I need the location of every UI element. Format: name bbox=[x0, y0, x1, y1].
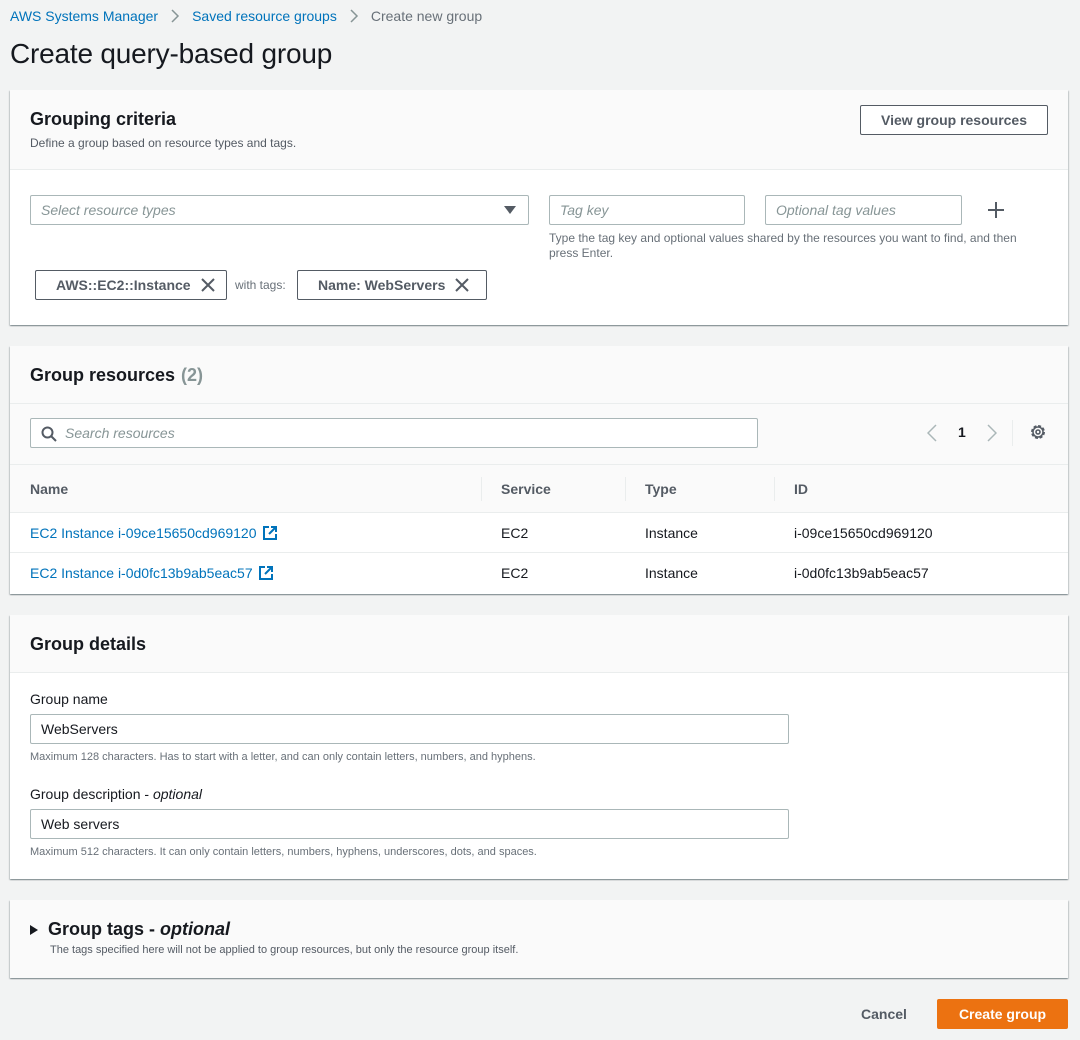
group-description-value: Web servers bbox=[41, 816, 120, 832]
resources-toolbar: Search resources 1 bbox=[10, 404, 1068, 464]
column-header-name[interactable]: Name bbox=[10, 464, 481, 513]
group-description-input[interactable]: Web servers bbox=[30, 809, 789, 839]
table-row: EC2 Instance i-0d0fc13b9ab5eac57 EC2 Ins… bbox=[10, 553, 1068, 593]
chevron-right-icon bbox=[170, 9, 180, 23]
group-tags-optional: optional bbox=[160, 919, 231, 939]
grouping-criteria-panel: Grouping criteria Define a group based o… bbox=[10, 90, 1068, 325]
tag-token-label: Name: WebServers bbox=[318, 277, 446, 293]
view-group-resources-button[interactable]: View group resources bbox=[860, 105, 1048, 135]
group-tags-panel: Group tags - optional The tags specified… bbox=[10, 900, 1068, 978]
group-resources-title: Group resources bbox=[30, 365, 176, 385]
resource-name-cell: EC2 Instance i-0d0fc13b9ab5eac57 bbox=[10, 553, 481, 593]
add-tag-plus-icon[interactable] bbox=[987, 201, 1005, 219]
search-placeholder: Search resources bbox=[65, 425, 175, 441]
group-tags-dash: - bbox=[149, 919, 156, 939]
next-page-icon[interactable] bbox=[987, 424, 997, 442]
group-name-input[interactable]: WebServers bbox=[30, 714, 789, 744]
resource-type-token-label: AWS::EC2::Instance bbox=[56, 277, 191, 293]
group-name-value: WebServers bbox=[41, 721, 118, 737]
group-description-optional: optional bbox=[152, 786, 203, 802]
group-name-hint: Maximum 128 characters. Has to start wit… bbox=[30, 751, 536, 763]
group-tags-expander[interactable]: Group tags - optional bbox=[30, 919, 230, 940]
id-cell: i-09ce15650cd969120 bbox=[774, 512, 1068, 553]
service-cell: EC2 bbox=[481, 512, 625, 553]
tag-key-placeholder: Tag key bbox=[560, 202, 609, 218]
caret-down-icon bbox=[504, 206, 516, 215]
resource-types-select[interactable]: Select resource types bbox=[30, 195, 529, 225]
column-header-type[interactable]: Type bbox=[625, 464, 774, 513]
grouping-criteria-description: Define a group based on resource types a… bbox=[30, 136, 297, 150]
group-details-header: Group details bbox=[10, 615, 1068, 673]
group-tags-title: Group tags bbox=[48, 919, 145, 939]
breadcrumb-current: Create new group bbox=[370, 8, 483, 24]
column-header-id[interactable]: ID bbox=[774, 464, 1068, 513]
search-icon bbox=[41, 426, 57, 442]
previous-page-icon[interactable] bbox=[927, 424, 937, 442]
group-details-panel: Group details Group name WebServers Maxi… bbox=[10, 615, 1068, 879]
pagination-divider bbox=[1012, 420, 1013, 446]
group-details-title: Group details bbox=[30, 634, 147, 654]
type-cell: Instance bbox=[625, 512, 774, 553]
create-group-button[interactable]: Create group bbox=[937, 999, 1068, 1029]
remove-resource-type-close-icon[interactable] bbox=[200, 278, 215, 292]
group-description-hint: Maximum 512 characters. It can only cont… bbox=[30, 846, 537, 858]
search-resources-input[interactable]: Search resources bbox=[30, 418, 758, 448]
tag-hint: Type the tag key and optional values sha… bbox=[549, 231, 1017, 260]
current-page-number[interactable]: 1 bbox=[958, 424, 966, 440]
grouping-criteria-header: Grouping criteria Define a group based o… bbox=[10, 90, 1068, 170]
remove-tag-close-icon[interactable] bbox=[455, 278, 470, 292]
cancel-button[interactable]: Cancel bbox=[846, 999, 922, 1029]
settings-gear-icon[interactable] bbox=[1029, 423, 1047, 441]
column-header-service[interactable]: Service bbox=[481, 464, 625, 513]
breadcrumb-systems-manager[interactable]: AWS Systems Manager bbox=[10, 8, 158, 24]
external-link-icon[interactable] bbox=[258, 565, 273, 580]
table-row: EC2 Instance i-09ce15650cd969120 EC2 Ins… bbox=[10, 512, 1068, 553]
tag-values-input[interactable]: Optional tag values bbox=[765, 195, 962, 225]
chevron-right-icon bbox=[349, 9, 359, 23]
resource-name-link[interactable]: EC2 Instance i-09ce15650cd969120 bbox=[30, 525, 257, 541]
group-resources-header: Group resources (2) bbox=[10, 346, 1068, 404]
grouping-criteria-title: Grouping criteria bbox=[30, 109, 177, 129]
breadcrumb: AWS Systems Manager Saved resource group… bbox=[10, 6, 482, 26]
table-header-row: Name Service Type ID bbox=[10, 464, 1068, 513]
group-tags-description: The tags specified here will not be appl… bbox=[50, 944, 519, 956]
group-resources-panel: Group resources (2) Search resources 1 N… bbox=[10, 346, 1068, 594]
with-tags-label: with tags: bbox=[235, 278, 286, 292]
resource-name-link[interactable]: EC2 Instance i-0d0fc13b9ab5eac57 bbox=[30, 565, 253, 581]
type-cell: Instance bbox=[645, 564, 698, 581]
resource-type-token: AWS::EC2::Instance bbox=[35, 270, 227, 300]
tag-key-input[interactable]: Tag key bbox=[549, 195, 745, 225]
resource-name-cell: EC2 Instance i-09ce15650cd969120 bbox=[10, 512, 481, 553]
service-cell: EC2 bbox=[501, 564, 529, 581]
breadcrumb-saved-resource-groups[interactable]: Saved resource groups bbox=[192, 8, 337, 24]
tag-values-placeholder: Optional tag values bbox=[776, 202, 896, 218]
group-description-label-text: Group description bbox=[30, 786, 141, 802]
group-resources-title-row: Group resources (2) bbox=[30, 365, 203, 386]
resource-types-placeholder: Select resource types bbox=[41, 202, 176, 218]
caret-right-icon bbox=[30, 924, 38, 935]
page-title: Create query-based group bbox=[10, 38, 333, 69]
resources-table: Name Service Type ID EC2 Instance i-09ce… bbox=[10, 464, 1068, 593]
group-description-label: Group description - optional bbox=[30, 786, 203, 802]
id-cell: i-0d0fc13b9ab5eac57 bbox=[794, 564, 929, 581]
group-resources-count: (2) bbox=[181, 365, 204, 385]
tag-token: Name: WebServers bbox=[297, 270, 487, 300]
external-link-icon[interactable] bbox=[262, 525, 277, 540]
group-name-label: Group name bbox=[30, 691, 108, 707]
